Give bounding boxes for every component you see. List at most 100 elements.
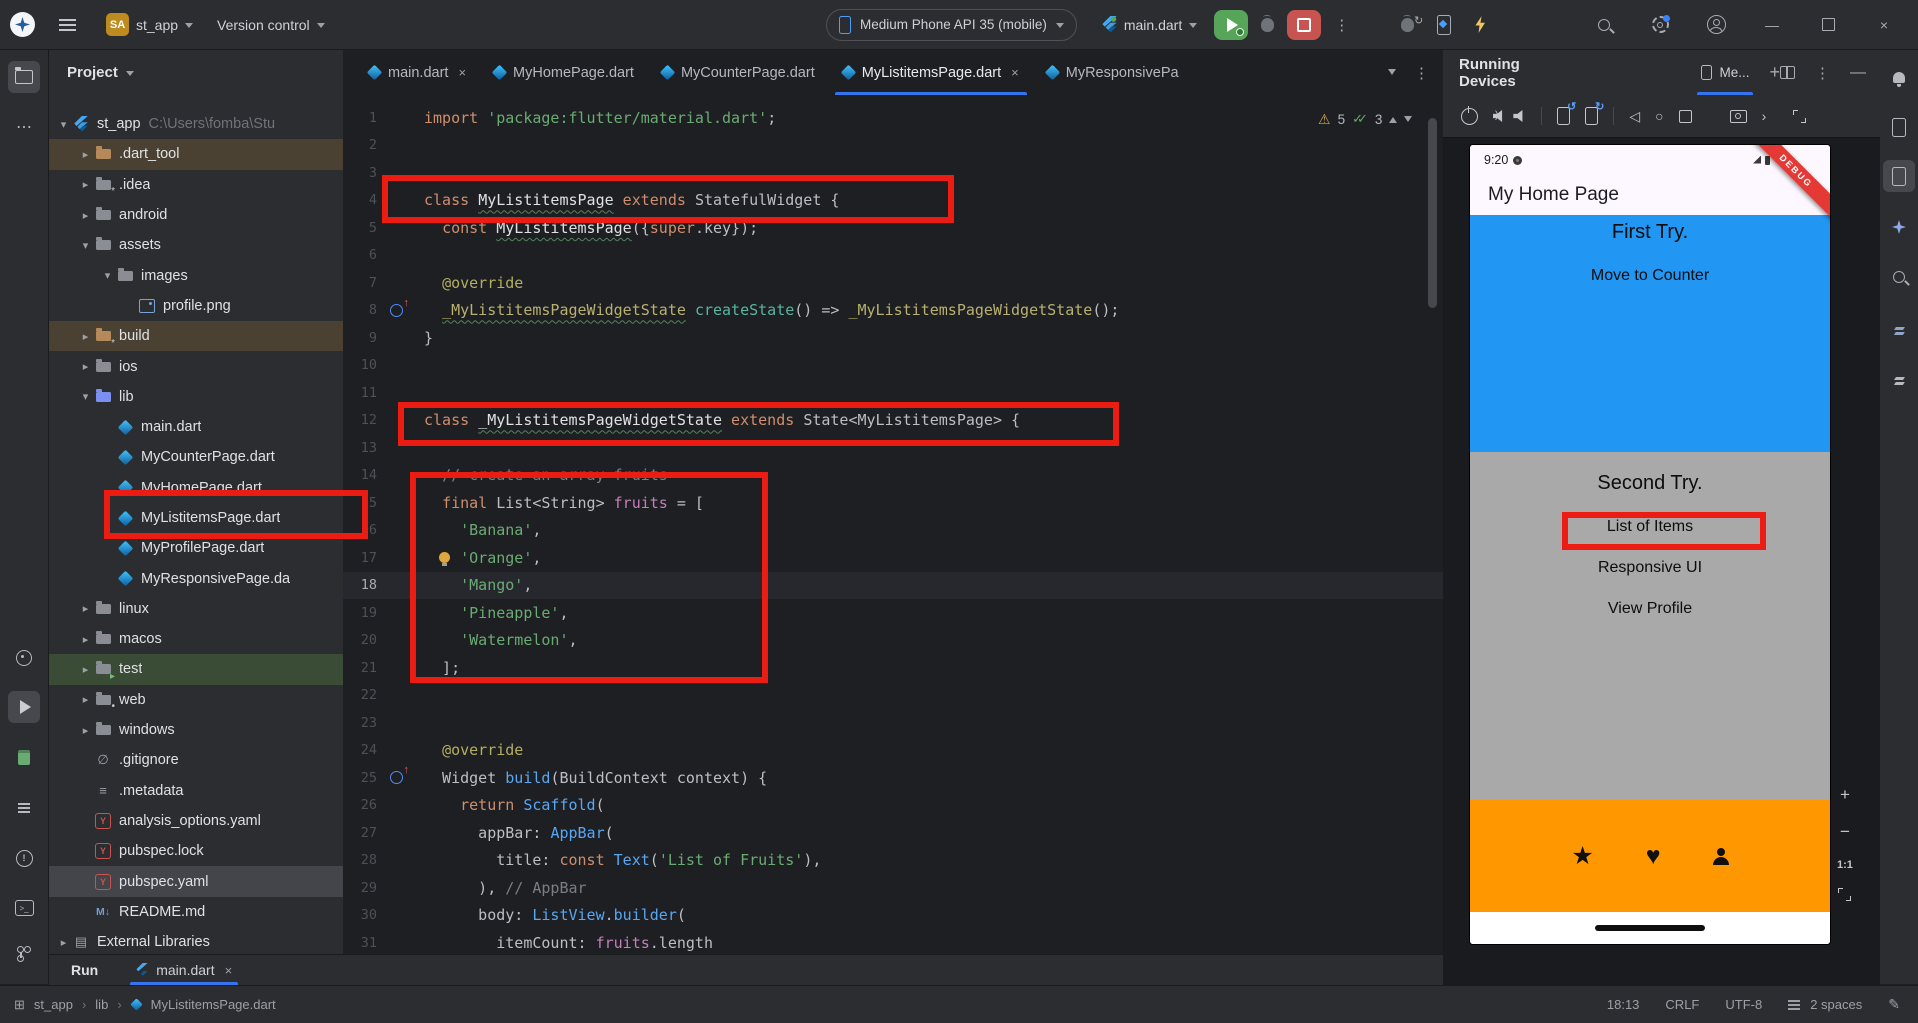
close-window-button[interactable]: × — [1856, 0, 1912, 49]
tab-options-menu[interactable]: ⋮ — [1414, 64, 1429, 82]
tree-item-mylistitemspage-dart[interactable]: MyListitemsPage.dart — [49, 503, 343, 533]
line-ending-widget[interactable]: CRLF — [1665, 997, 1699, 1012]
chevron-icon[interactable]: ▸ — [77, 724, 94, 737]
previous-problem-icon[interactable] — [1389, 113, 1397, 123]
volume-up-button[interactable]: ) — [1493, 110, 1498, 122]
code-line-1[interactable]: 1import 'package:flutter/material.dart'; — [343, 104, 1443, 132]
run-tool-button[interactable] — [8, 691, 40, 723]
zoom-in-button[interactable]: + — [1840, 785, 1850, 805]
code-line-11[interactable]: 11 — [343, 379, 1443, 407]
tree-item-gitignore[interactable]: ∅.gitignore — [49, 745, 343, 775]
build-tool-button[interactable] — [8, 642, 40, 674]
tree-item-images[interactable]: ▾images — [49, 260, 343, 290]
flutter-inspector-button[interactable] — [1883, 312, 1915, 344]
panel-options-menu[interactable]: ⋮ — [1815, 64, 1830, 82]
code-line-14[interactable]: 14 // create an array fruits — [343, 462, 1443, 490]
chevron-icon[interactable]: ▸ — [77, 209, 94, 222]
cursor-position-widget[interactable]: 18:13 — [1607, 997, 1640, 1012]
flutter-attach-button[interactable] — [1437, 15, 1451, 35]
chevron-icon[interactable]: ▸ — [55, 936, 72, 949]
tree-item-dart-tool[interactable]: ▸.dart_tool — [49, 139, 343, 169]
emulator-button-list-of-items[interactable]: List of Items — [1607, 518, 1693, 536]
tree-item-st-app[interactable]: ▾st_appC:\Users\fomba\Stu — [49, 109, 343, 139]
editor-tab-main-dart[interactable]: main.dart× — [355, 50, 480, 95]
intention-bulb-icon[interactable] — [439, 552, 450, 563]
project-tool-button[interactable] — [8, 61, 40, 93]
settings-button[interactable] — [1632, 0, 1688, 49]
code-line-2[interactable]: 2 — [343, 132, 1443, 160]
tree-item-myhomepage-dart[interactable]: MyHomePage.dart — [49, 473, 343, 503]
readonly-toggle[interactable]: ✎ — [1888, 996, 1900, 1013]
tree-item-main-dart[interactable]: main.dart — [49, 412, 343, 442]
code-editor[interactable]: 1import 'package:flutter/material.dart';… — [343, 95, 1443, 954]
editor-tab-myresponsivepa[interactable]: MyResponsivePa — [1033, 50, 1193, 95]
indent-widget[interactable]: 2 spaces — [1810, 997, 1862, 1012]
tree-item-windows[interactable]: ▸windows — [49, 715, 343, 745]
flutter-outline-button[interactable] — [1883, 362, 1915, 394]
inspections-widget[interactable]: ⚠ 5 ✓✓ 3 — [1318, 106, 1412, 132]
flutter-hot-restart-button[interactable]: ↻ — [1401, 18, 1414, 32]
run-tab-main-dart[interactable]: main.dart × — [126, 955, 242, 985]
code-line-5[interactable]: 5 const MyListitemsPage({super.key}); — [343, 214, 1443, 242]
chevron-icon[interactable]: ▾ — [99, 269, 116, 282]
person-icon[interactable] — [1713, 848, 1729, 864]
tree-item-external-libraries[interactable]: ▸▤External Libraries — [49, 927, 343, 954]
encoding-widget[interactable]: UTF-8 — [1725, 997, 1762, 1012]
account-button[interactable] — [1688, 0, 1744, 49]
dependencies-tool-button[interactable] — [8, 741, 40, 773]
editor-scrollbar[interactable] — [1428, 118, 1437, 308]
power-button[interactable] — [1461, 108, 1478, 125]
device-manager-button[interactable] — [1883, 111, 1915, 143]
add-device-button[interactable]: + — [1769, 62, 1780, 83]
tree-item-analysis-options-yaml[interactable]: Yanalysis_options.yaml — [49, 806, 343, 836]
tree-item-lib[interactable]: ▾lib — [49, 382, 343, 412]
chevron-icon[interactable]: ▸ — [77, 693, 94, 706]
rotate-left-button[interactable] — [1557, 107, 1570, 125]
code-line-8[interactable]: 8 _MyListitemsPageWidgetState createStat… — [343, 297, 1443, 325]
code-line-20[interactable]: 20 'Watermelon', — [343, 627, 1443, 655]
chevron-icon[interactable]: ▸ — [77, 633, 94, 646]
terminal-tool-button[interactable]: >_ — [8, 892, 40, 924]
fit-to-window-button[interactable] — [1793, 110, 1806, 123]
code-line-27[interactable]: 27 appBar: AppBar( — [343, 819, 1443, 847]
tree-item-idea[interactable]: ▸*.idea — [49, 170, 343, 200]
hide-panel-button[interactable]: — — [1850, 64, 1866, 82]
notifications-button[interactable] — [1883, 61, 1915, 93]
search-everywhere-button[interactable] — [1576, 0, 1632, 49]
code-line-7[interactable]: 7 @override — [343, 269, 1443, 297]
project-panel-header[interactable]: Project — [49, 50, 344, 95]
emulator-button-view-profile[interactable]: View Profile — [1608, 600, 1692, 618]
chevron-icon[interactable]: ▸ — [77, 178, 94, 191]
tree-item-metadata[interactable]: ≡.metadata — [49, 776, 343, 806]
chevron-icon[interactable]: ▸ — [77, 148, 94, 161]
heart-icon[interactable]: ♥ — [1646, 842, 1661, 871]
chevron-icon[interactable]: ▾ — [77, 390, 94, 403]
chevron-icon[interactable]: ▸ — [77, 663, 94, 676]
tree-item-profile-png[interactable]: profile.png — [49, 291, 343, 321]
tree-item-test[interactable]: ▸▸test — [49, 654, 343, 684]
editor-tab-myhomepage-dart[interactable]: MyHomePage.dart — [480, 50, 648, 95]
running-devices-tool-button[interactable] — [1883, 160, 1915, 192]
close-tab-icon[interactable]: × — [1011, 65, 1019, 80]
code-line-13[interactable]: 13 — [343, 434, 1443, 462]
gemini-tool-button[interactable] — [1883, 211, 1915, 243]
run-button[interactable] — [1214, 10, 1248, 40]
breadcrumb-item-lib[interactable]: lib — [95, 997, 108, 1012]
project-widget[interactable]: SA st_app — [102, 9, 197, 40]
services-tool-button[interactable] — [8, 792, 40, 824]
more-actions-menu[interactable]: ⋮ — [1334, 16, 1349, 34]
app-quality-insights-button[interactable] — [1883, 261, 1915, 293]
vcs-widget[interactable]: Version control — [213, 13, 329, 37]
next-problem-icon[interactable] — [1404, 116, 1412, 126]
zoom-out-button[interactable]: − — [1840, 822, 1850, 842]
code-line-17[interactable]: 17 'Orange', — [343, 544, 1443, 572]
screenshot-button[interactable] — [1730, 110, 1747, 123]
code-line-31[interactable]: 31 itemCount: fruits.length — [343, 929, 1443, 954]
editor-tab-mycounterpage-dart[interactable]: MyCounterPage.dart — [648, 50, 829, 95]
rotate-right-button[interactable] — [1585, 107, 1598, 125]
editor-tab-mylistitemspage-dart[interactable]: MyListitemsPage.dart× — [829, 50, 1033, 95]
split-panel-icon[interactable] — [1780, 66, 1795, 79]
override-icon[interactable] — [390, 304, 403, 317]
stop-button[interactable] — [1287, 10, 1321, 40]
chevron-icon[interactable]: ▸ — [77, 360, 94, 373]
